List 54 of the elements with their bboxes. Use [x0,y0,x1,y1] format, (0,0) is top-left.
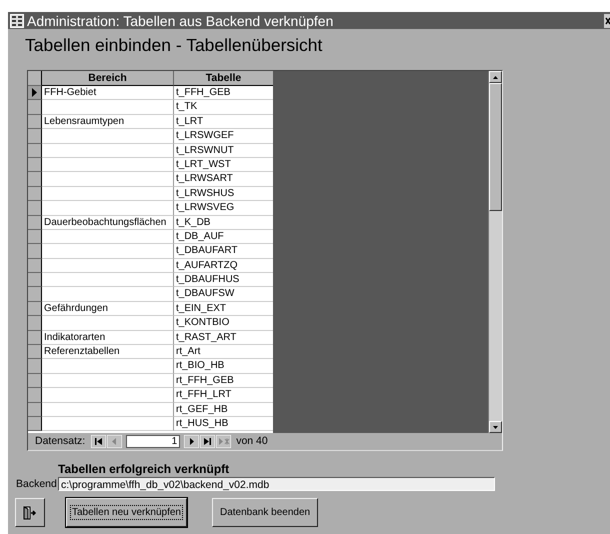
column-header[interactable]: Bereich [42,71,174,86]
row-selector[interactable] [28,186,42,202]
row-selector[interactable] [28,86,42,100]
select-all-corner[interactable] [28,71,42,86]
action-button[interactable]: Tabellen neu verknüpfen [66,498,187,527]
table-cell: Gefährdungen [42,302,174,316]
table-cell: Indikatorarten [42,330,174,346]
scroll-down-icon[interactable] [493,426,498,428]
column-header[interactable]: Tabelle [174,71,274,86]
row-selector[interactable] [28,158,42,172]
action-button[interactable]: Datenbank beenden [212,498,318,527]
form-icon [10,14,24,28]
table-cell: FFH-Gebiet [42,86,174,100]
first-record-icon[interactable] [91,434,106,448]
row-selector[interactable] [28,172,42,187]
row-selector[interactable] [28,287,42,302]
backend-label: Backend [16,478,58,490]
row-selector[interactable] [28,129,42,144]
row-selector[interactable] [28,216,42,230]
row-selector[interactable] [28,345,42,360]
row-selector[interactable] [28,273,42,288]
table-cell: Referenztabellen [42,345,174,360]
row-selector[interactable] [28,359,42,374]
row-selector[interactable] [28,230,42,244]
scroll-up-icon[interactable] [493,76,498,78]
status-message: Tabellen erfolgreich verknüpft [58,462,230,476]
row-selector[interactable] [28,144,42,158]
row-selector[interactable] [28,402,42,417]
form-heading: Tabellen einbinden - Tabellenübersicht [25,35,324,56]
table-cell: Dauerbeobachtungsflächen [42,216,174,230]
row-selector[interactable] [28,201,42,216]
current-row-icon [32,88,37,98]
row-selector[interactable] [28,258,42,274]
exit-button[interactable] [15,498,45,527]
record-count: von 40 [236,435,268,447]
record-label: Datensatz: [35,435,86,447]
record-number-field[interactable]: 1 [126,434,180,448]
door-exit-icon [23,506,37,520]
row-selector[interactable] [28,114,42,130]
close-icon[interactable] [604,14,610,28]
row-selector[interactable] [28,100,42,115]
window-title: Administration: Tabellen aus Backend verknüpfen [27,12,334,28]
row-selector[interactable] [28,374,42,388]
backend-path-field[interactable]: c:\programme\ffh_db_v02\backend_v02.mdb [58,477,495,491]
row-selector[interactable] [28,388,42,403]
table-cell: Lebensraumtypen [42,114,174,130]
row-selector[interactable] [28,302,42,316]
row-selector[interactable] [28,316,42,331]
vertical-scrollbar[interactable] [488,71,502,433]
row-selector[interactable] [28,244,42,259]
last-record-icon[interactable] [200,434,216,448]
row-selector[interactable] [28,416,42,432]
row-selector[interactable] [28,330,42,346]
next-record-icon[interactable] [184,434,200,448]
